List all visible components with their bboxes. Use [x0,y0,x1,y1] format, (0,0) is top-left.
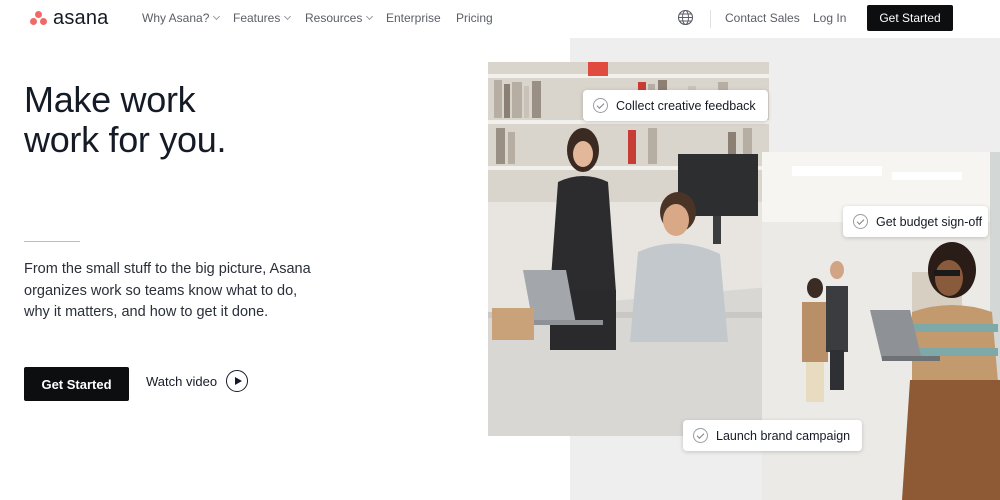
hero-title: Make work work for you. [24,80,226,160]
nav-resources[interactable]: Resources [305,11,374,25]
asana-logo[interactable]: asana [30,8,109,28]
asana-wordmark: asana [53,7,109,29]
hero-get-started-button[interactable]: Get Started [24,367,129,401]
globe-icon[interactable] [677,9,694,26]
nav-divider [710,10,711,28]
nav-enterprise-label: Enterprise [386,11,441,25]
nav-pricing-label: Pricing [456,11,493,25]
nav-get-started-button[interactable]: Get Started [867,5,953,31]
play-icon [226,370,249,392]
chevron-down-icon [213,12,221,21]
task-chip-label: Get budget sign-off [876,214,983,229]
task-chip-label: Launch brand campaign [716,428,851,443]
check-circle-icon [593,98,608,113]
nav-features[interactable]: Features [233,11,292,25]
login-link[interactable]: Log In [813,11,846,25]
task-chip-label: Collect creative feedback [616,98,756,113]
asana-logo-mark-icon [30,11,48,25]
nav-why-asana-label: Why Asana? [142,11,210,25]
hero-subtitle: From the small stuff to the big picture,… [24,261,311,320]
watch-video-label: Watch video [146,373,218,389]
hero-title-line-1: Make work [24,79,196,120]
check-circle-icon [853,214,868,229]
nav-why-asana[interactable]: Why Asana? [142,11,221,25]
top-nav: asana Why Asana? Features Resources Ente… [0,0,1000,38]
hero-title-line-2: work for you. [24,119,227,160]
hero-divider [24,241,80,242]
task-chip-budget-signoff: Get budget sign-off [843,206,989,237]
chevron-down-icon [366,12,374,21]
chevron-down-icon [284,12,292,21]
task-chip-launch-campaign: Launch brand campaign [683,420,863,451]
nav-resources-label: Resources [305,11,363,25]
task-chip-collect-feedback: Collect creative feedback [583,90,768,121]
nav-features-label: Features [233,11,281,25]
nav-enterprise[interactable]: Enterprise [386,11,441,25]
watch-video-button[interactable]: Watch video [146,370,249,392]
nav-pricing[interactable]: Pricing [456,11,493,25]
contact-sales-link[interactable]: Contact Sales [725,11,800,25]
check-circle-icon [693,428,708,443]
